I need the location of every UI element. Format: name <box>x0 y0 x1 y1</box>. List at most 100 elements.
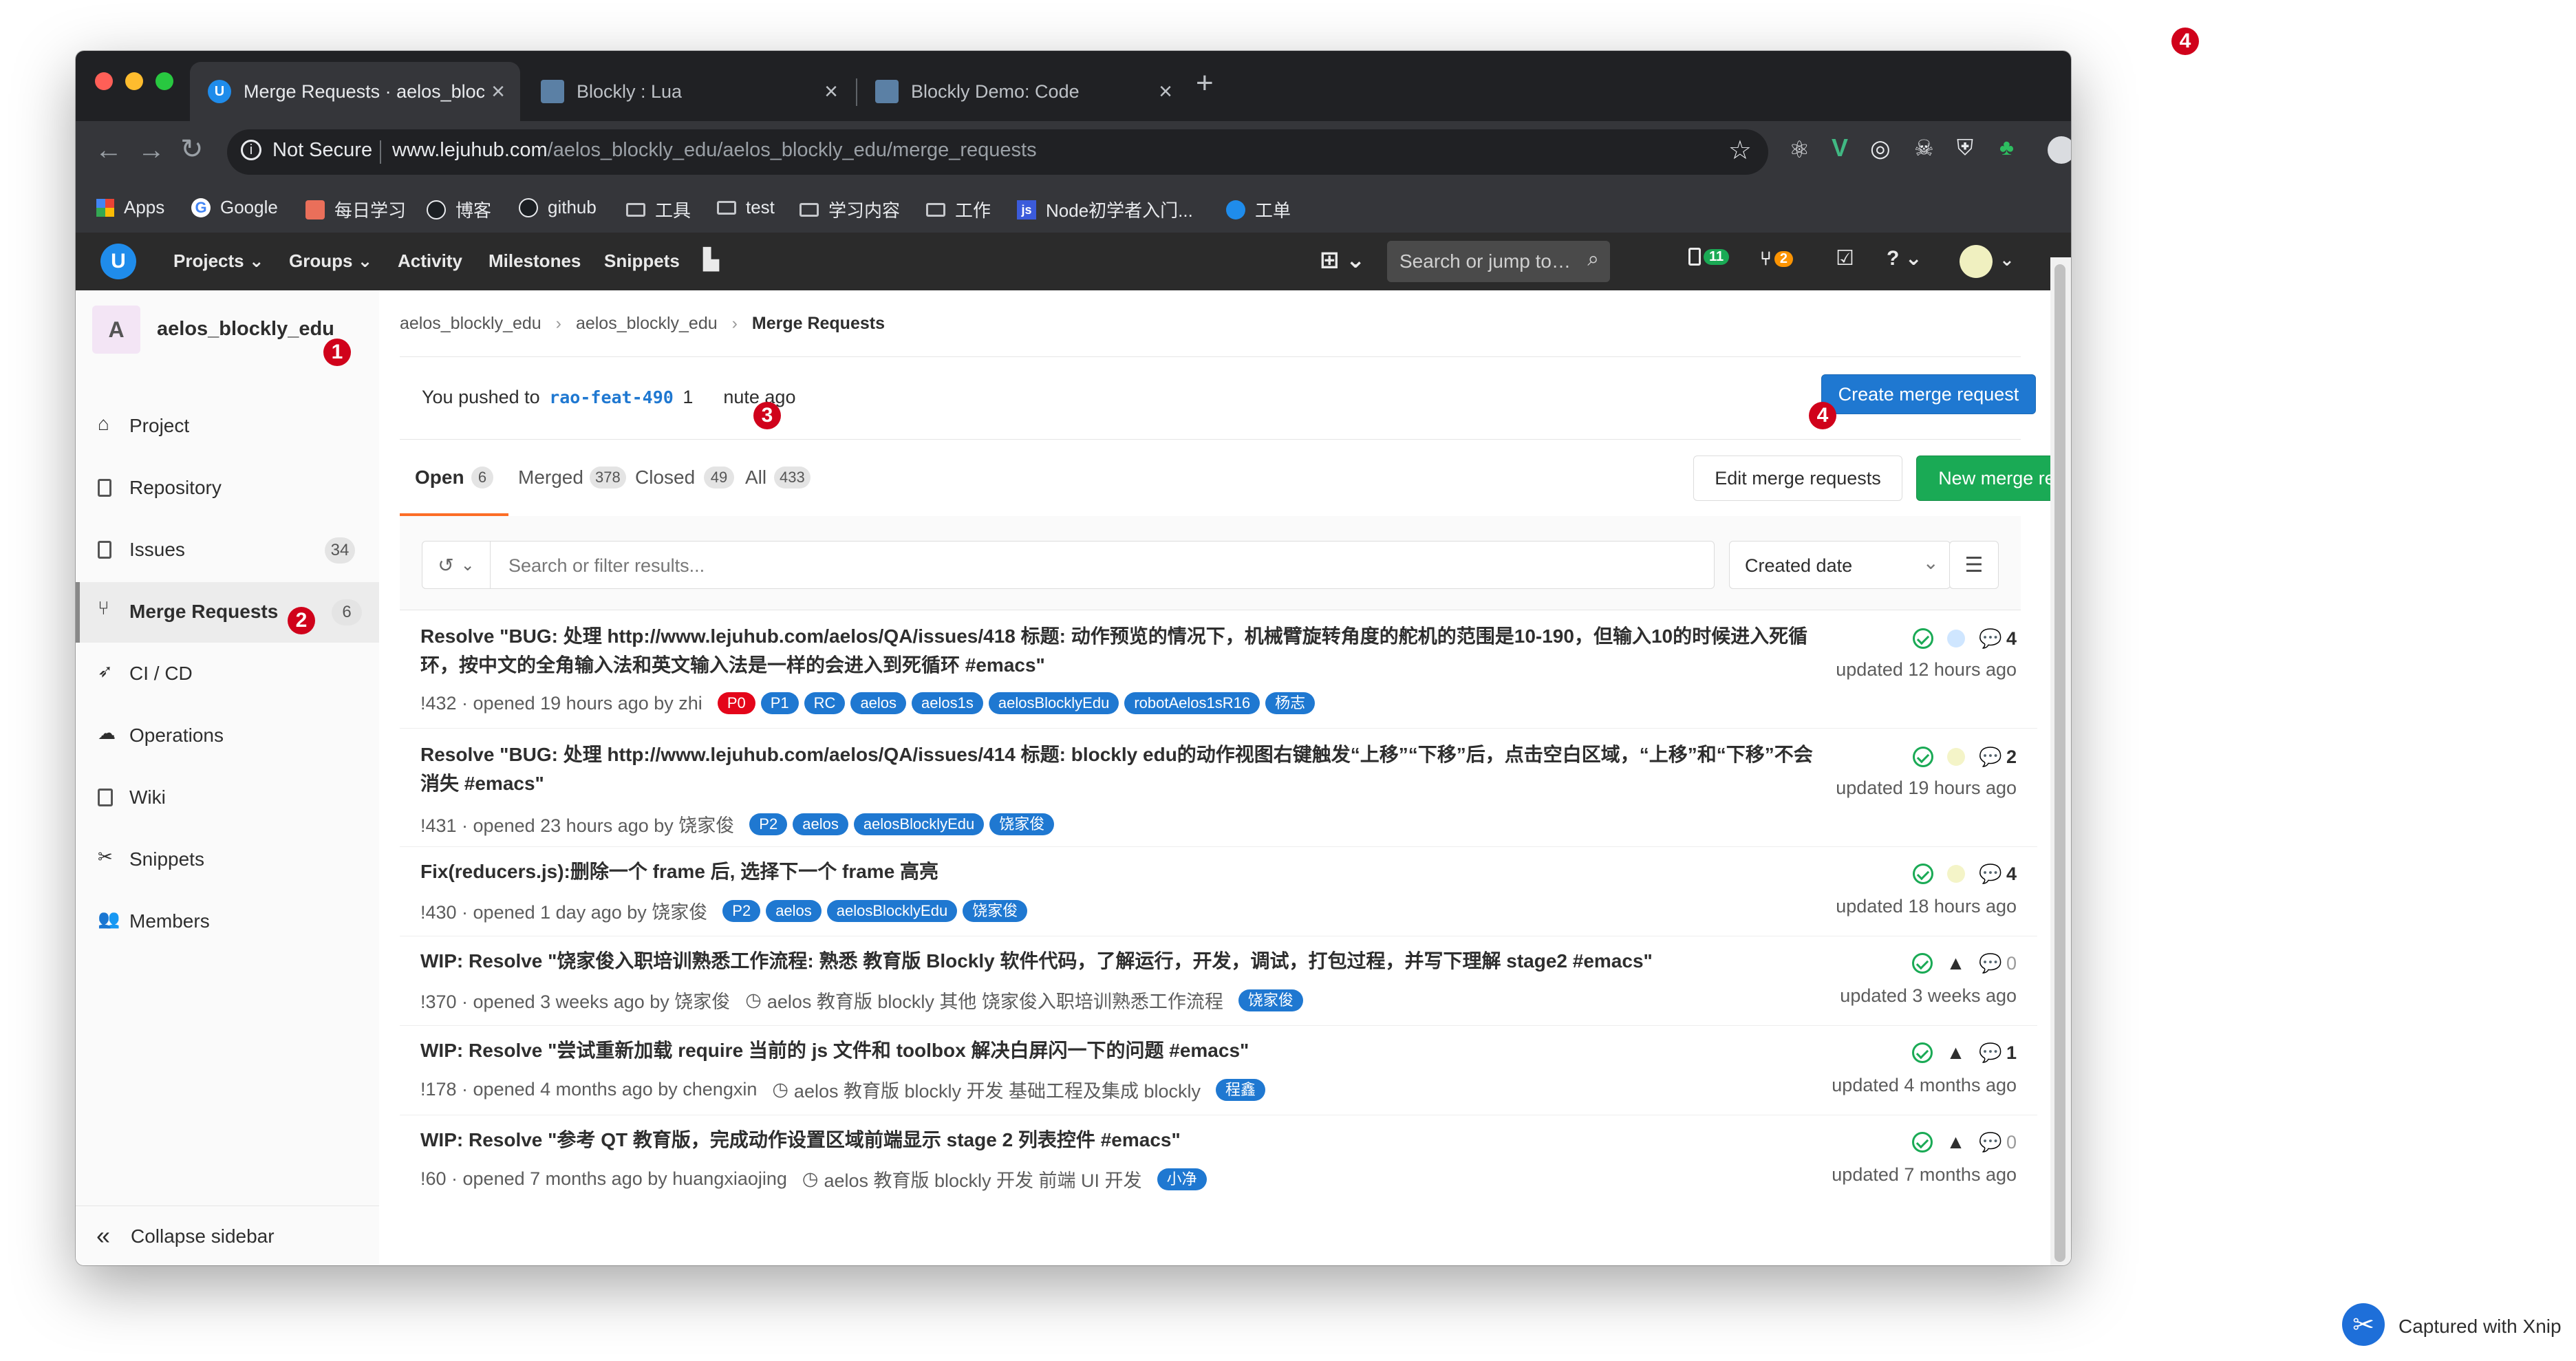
close-window-button[interactable] <box>95 72 113 90</box>
mr-title[interactable]: Fix(reducers.js):删除一个 frame 后, 选择下一个 fra… <box>420 857 1824 886</box>
reload-icon[interactable]: ↻ <box>180 133 204 165</box>
new-merge-request-button[interactable]: New merge request <box>1916 456 2071 501</box>
bookmark-google[interactable]: G Google <box>191 197 278 218</box>
nav-projects[interactable]: Projects ⌄ <box>173 250 264 272</box>
mr-title[interactable]: Resolve "BUG: 处理 http://www.lejuhub.com/… <box>420 740 1824 798</box>
mr-title[interactable]: WIP: Resolve "参考 QT 教育版，完成动作设置区域前端显示 sta… <box>420 1126 1824 1155</box>
sidebar-item-operations[interactable]: ☁ Operations <box>76 706 379 767</box>
forward-icon[interactable]: → <box>138 135 165 166</box>
bookmark-apps[interactable]: Apps <box>96 197 164 218</box>
maximize-window-button[interactable] <box>155 72 173 90</box>
tab-merge-requests[interactable]: U Merge Requests · aelos_blockly_edu × <box>190 62 520 121</box>
sidebar-item-wiki[interactable]: Wiki <box>76 768 379 828</box>
sidebar-item-snippets[interactable]: ✂ Snippets <box>76 830 379 890</box>
label-pill[interactable]: aelosBlocklyEdu <box>826 899 958 922</box>
sidebar-item-repository[interactable]: Repository <box>76 458 379 519</box>
label-pill[interactable]: aelos <box>766 899 822 922</box>
label-pill[interactable]: aelosBlocklyEdu <box>988 692 1119 714</box>
nav-snippets[interactable]: Snippets <box>604 250 680 272</box>
bookmark-learning[interactable]: 学习内容 <box>799 197 900 222</box>
label-pill[interactable]: P2 <box>722 899 761 922</box>
minimize-window-button[interactable] <box>125 72 143 90</box>
nav-milestones[interactable]: Milestones <box>489 250 581 272</box>
extension-react-icon[interactable]: ⚛ <box>1789 136 1810 164</box>
nav-issues-icon[interactable]: 11 <box>1688 248 1730 266</box>
filter-search-input[interactable]: Search or filter results... <box>490 541 1715 589</box>
extension-target-icon[interactable]: ◎ <box>1870 135 1891 162</box>
user-menu-caret-icon[interactable]: ⌄ <box>1999 249 2015 270</box>
sidebar-item-members[interactable]: 👥 Members <box>76 892 379 952</box>
pipeline-passed-icon[interactable] <box>1911 1132 1933 1153</box>
label-pill[interactable]: 杨志 <box>1265 692 1316 714</box>
pipeline-passed-icon[interactable] <box>1913 747 1934 767</box>
pipeline-passed-icon[interactable] <box>1913 864 1934 884</box>
nav-mr-icon[interactable]: ⑂ 2 <box>1760 248 1793 270</box>
todo-check-icon[interactable]: ☑ <box>1836 246 1854 270</box>
new-tab-button[interactable]: + <box>1196 66 1214 100</box>
info-icon[interactable]: i <box>241 140 261 160</box>
extension-shield-icon[interactable]: ⛨ <box>1957 135 1973 161</box>
label-pill[interactable]: P1 <box>760 692 799 714</box>
label-pill[interactable]: 饶家俊 <box>989 813 1055 835</box>
scrollbar-thumb[interactable] <box>2054 264 2065 1262</box>
extension-ghost-icon[interactable]: ☠ <box>1914 135 1934 161</box>
extension-evernote-icon[interactable]: ♣ <box>1999 135 2014 160</box>
label-pill[interactable]: P2 <box>749 813 788 835</box>
nav-groups[interactable]: Groups ⌄ <box>289 250 372 272</box>
tab-open[interactable]: Open 6 <box>400 439 508 516</box>
help-icon[interactable]: ? ⌄ <box>1887 246 1922 270</box>
tab-blockly-demo-code[interactable]: Blockly Demo: Code × <box>857 62 1188 121</box>
mr-milestone[interactable]: aelos 教育版 blockly 开发 前端 UI 开发 <box>824 1166 1141 1192</box>
label-pill[interactable]: 程鑫 <box>1216 1078 1266 1101</box>
mr-row[interactable]: WIP: Resolve "饶家俊入职培训熟悉工作流程: 熟悉 教育版 Bloc… <box>400 936 2037 1026</box>
collapse-sidebar-button[interactable]: « Collapse sidebar <box>76 1205 379 1265</box>
tab-close-icon[interactable]: × <box>1159 78 1172 105</box>
bookmark-github[interactable]: github <box>519 197 597 218</box>
recent-searches-button[interactable]: ↺ ⌄ <box>422 541 491 589</box>
edit-merge-requests-button[interactable]: Edit merge requests <box>1693 456 1902 501</box>
label-pill[interactable]: P0 <box>717 692 755 714</box>
breadcrumb-item[interactable]: aelos_blockly_edu <box>576 314 718 333</box>
breadcrumb-item[interactable]: aelos_blockly_edu <box>400 314 541 333</box>
bookmark-star-icon[interactable]: ☆ <box>1728 135 1752 166</box>
bookmark-daily-study[interactable]: 每日学习 <box>305 197 406 222</box>
sidebar-item-merge-requests[interactable]: ⑂ Merge Requests 6 <box>76 582 379 643</box>
mr-row[interactable]: WIP: Resolve "尝试重新加载 require 当前的 js 文件和 … <box>400 1025 2037 1115</box>
sidebar-item-cicd[interactable]: ➶ CI / CD <box>76 644 379 705</box>
bookmark-node[interactable]: js Node初学者入门... <box>1017 197 1193 222</box>
sort-dropdown[interactable]: Created date ⌄ <box>1729 541 1951 589</box>
extension-vue-icon[interactable]: V <box>1832 133 1848 162</box>
mr-milestone[interactable]: aelos 教育版 blockly 开发 基础工程及集成 blockly <box>794 1076 1201 1103</box>
mr-row[interactable]: Fix(reducers.js):删除一个 frame 后, 选择下一个 fra… <box>400 846 2037 936</box>
label-pill[interactable]: robotAelos1sR16 <box>1124 692 1260 714</box>
profile-avatar[interactable] <box>2048 136 2071 164</box>
nav-activity[interactable]: Activity <box>398 250 462 272</box>
label-pill[interactable]: RC <box>804 692 846 714</box>
mr-row[interactable]: WIP: Resolve "参考 QT 教育版，完成动作设置区域前端显示 sta… <box>400 1115 2037 1204</box>
sidebar-item-issues[interactable]: Issues 34 <box>76 520 379 581</box>
branch-name[interactable]: rao-feat-490 <box>549 387 674 407</box>
label-pill[interactable]: 饶家俊 <box>963 899 1028 922</box>
user-avatar[interactable] <box>1960 245 1993 278</box>
mr-milestone[interactable]: aelos 教育版 blockly 其他 饶家俊入职培训熟悉工作流程 <box>767 987 1223 1014</box>
gitlab-logo[interactable]: U <box>100 244 136 279</box>
tab-blockly-lua[interactable]: Blockly : Lua × <box>523 62 853 121</box>
chart-bar-icon[interactable]: ▙ <box>703 248 719 272</box>
create-merge-request-button[interactable]: Create merge request <box>1821 374 2036 414</box>
mr-title[interactable]: WIP: Resolve "尝试重新加载 require 当前的 js 文件和 … <box>420 1036 1824 1065</box>
label-pill[interactable]: aelos <box>793 813 848 835</box>
pipeline-passed-icon[interactable] <box>1911 1042 1933 1063</box>
mr-row[interactable]: Resolve "BUG: 处理 http://www.lejuhub.com/… <box>400 610 2037 729</box>
sort-direction-button[interactable]: ☰ <box>1949 541 1999 589</box>
pipeline-passed-icon[interactable] <box>1913 628 1934 649</box>
tab-close-icon[interactable]: × <box>824 78 838 105</box>
label-pill[interactable]: aelosBlocklyEdu <box>853 813 985 835</box>
mr-title[interactable]: Resolve "BUG: 处理 http://www.lejuhub.com/… <box>420 622 1824 680</box>
mr-title[interactable]: WIP: Resolve "饶家俊入职培训熟悉工作流程: 熟悉 教育版 Bloc… <box>420 947 1824 976</box>
address-bar[interactable]: i Not Secure www.lejuhub.com/aelos_block… <box>227 129 1768 175</box>
plus-square-icon[interactable]: ⊞ ⌄ <box>1320 246 1365 274</box>
label-pill[interactable]: 小净 <box>1157 1168 1207 1190</box>
bookmark-ticket[interactable]: 工单 <box>1226 197 1291 222</box>
mr-row[interactable]: Resolve "BUG: 处理 http://www.lejuhub.com/… <box>400 728 2037 847</box>
sidebar-item-project[interactable]: ⌂ Project <box>76 396 379 457</box>
